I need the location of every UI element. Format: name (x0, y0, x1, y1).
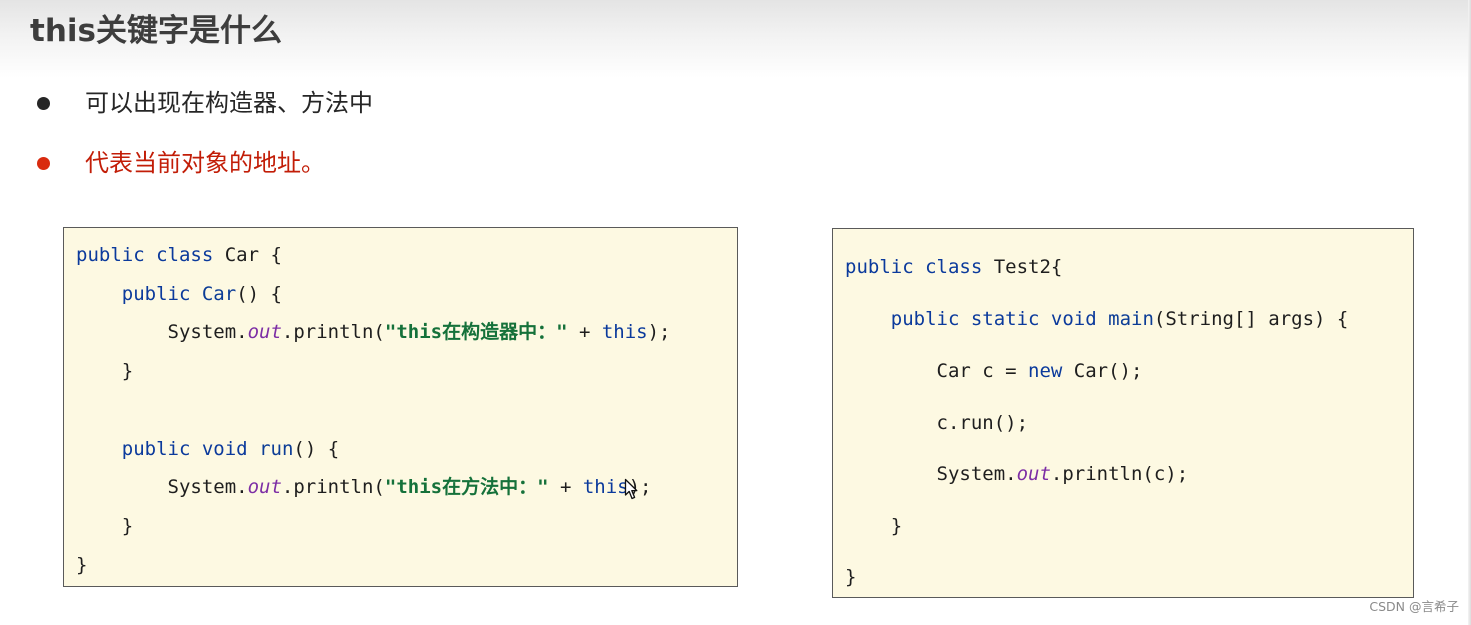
code-token: Car { (213, 244, 282, 266)
code-token: } (845, 515, 903, 537)
code-token: c.run(); (845, 412, 1029, 434)
code-token-kw: this (601, 321, 648, 343)
code-panel-car-class: public class Car { public Car() { System… (63, 227, 738, 587)
code-line: Car c = new Car(); (845, 358, 1143, 384)
code-token: Car(); (1062, 360, 1143, 382)
bullet-dot-icon (37, 97, 50, 110)
code-token: Car c = (845, 360, 1029, 382)
code-line: public class Test2{ (845, 254, 1062, 280)
code-line: } (76, 513, 133, 539)
code-token: } (845, 566, 857, 588)
code-token: Test2{ (982, 256, 1063, 278)
code-panel-test2-class: public class Test2{ public static void m… (832, 228, 1414, 598)
code-token-kw: public void (121, 438, 248, 460)
code-token-fld: out (247, 321, 282, 343)
code-token-mth: run (259, 438, 294, 460)
code-token-fld: out (1016, 463, 1051, 485)
code-token-kw: public (121, 283, 191, 305)
code-line: } (845, 513, 902, 539)
code-token: System. (76, 321, 248, 343)
code-token-fld: out (247, 476, 282, 498)
code-line: public static void main(String[] args) { (845, 306, 1349, 332)
code-line: c.run(); (845, 410, 1029, 436)
code-token: System. (845, 463, 1017, 485)
code-token-kw: this (582, 476, 629, 498)
code-token: System. (76, 476, 248, 498)
code-line: System.out.println(c); (845, 461, 1189, 487)
code-token: () { (236, 283, 282, 305)
code-token: } (76, 515, 134, 537)
code-token: () { (293, 438, 340, 460)
csdn-watermark: CSDN @言希子 (1369, 599, 1459, 614)
bullet-dot-icon (37, 157, 50, 170)
code-token: .println(c); (1050, 463, 1189, 485)
code-line: public class Car { (76, 242, 282, 268)
code-token-mth: main (1108, 308, 1154, 330)
mouse-pointer-icon (624, 478, 638, 500)
code-line: System.out.println("this在方法中：" + this); (76, 474, 652, 500)
code-token: } (76, 360, 134, 382)
code-token-kw: new (1028, 360, 1063, 382)
code-line: public Car() { (76, 281, 282, 307)
code-token: } (76, 554, 88, 576)
code-token: .println( (281, 321, 385, 343)
code-token: .println( (281, 476, 385, 498)
code-token-kw: public class (845, 256, 983, 278)
code-line: } (76, 552, 87, 578)
code-line: public void run() { (76, 436, 339, 462)
bullet-text: 代表当前对象的地址。 (85, 149, 325, 177)
code-token: + (567, 321, 602, 343)
code-line: } (845, 564, 856, 590)
code-token-str: "this在构造器中：" (384, 321, 568, 343)
code-token-kw: public class (76, 244, 214, 266)
code-token: + (548, 476, 583, 498)
code-token-kw: public static void (890, 308, 1097, 330)
code-token-str: "this在方法中：" (384, 476, 549, 498)
code-line: } (76, 358, 133, 384)
code-token-mth: Car (201, 283, 237, 305)
slide-title: this关键字是什么 (30, 13, 282, 49)
code-token: (String[] args) { (1153, 308, 1349, 330)
code-token: ); (647, 321, 671, 343)
code-line: System.out.println("this在构造器中：" + this); (76, 319, 671, 345)
bullet-text: 可以出现在构造器、方法中 (85, 89, 373, 117)
